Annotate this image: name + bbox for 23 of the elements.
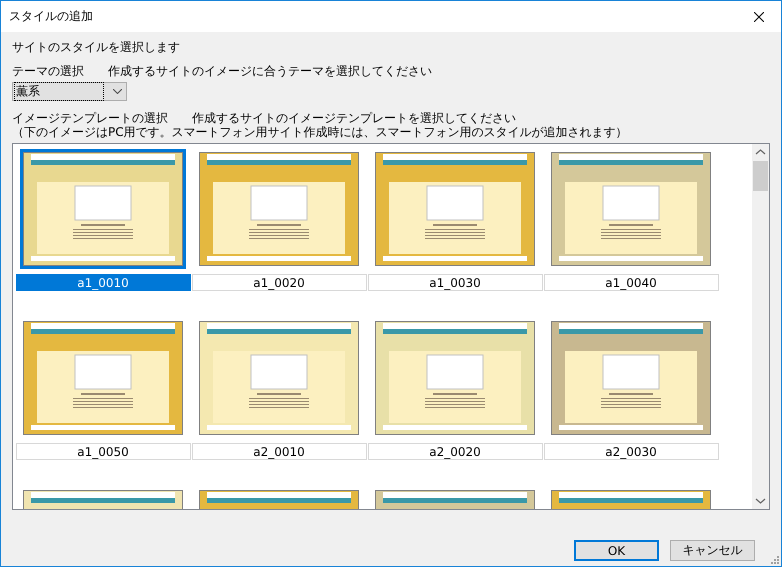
intro-text: サイトのスタイルを選択します — [12, 40, 180, 54]
theme-hint: 作成するサイトのイメージに合うテーマを選択してください — [108, 64, 432, 78]
resize-grip-icon[interactable] — [769, 554, 779, 564]
cancel-button[interactable]: キャンセル — [670, 540, 755, 561]
template-note: （下のイメージはPC用です。スマートフォン用サイト作成時には、スマートフォン用のスタイルが追加されます） — [12, 125, 628, 139]
window-title: スタイルの追加 — [9, 8, 93, 25]
ok-button[interactable]: OK — [574, 540, 659, 561]
template-label: イメージテンプレートの選択 — [12, 111, 168, 125]
chevron-down-icon — [113, 89, 122, 94]
template-name[interactable]: a2_0030 — [544, 443, 718, 460]
close-icon — [754, 12, 764, 22]
template-name[interactable]: a2_0020 — [368, 443, 542, 460]
template-name[interactable]: a1_0050 — [16, 443, 190, 460]
template-name[interactable]: a1_0010 — [16, 274, 190, 291]
scroll-thumb[interactable] — [753, 161, 768, 191]
template-name[interactable]: a2_0010 — [192, 443, 366, 460]
template-name[interactable]: a1_0030 — [368, 274, 542, 291]
theme-label: テーマの選択 — [12, 64, 84, 78]
template-hint: 作成するサイトのイメージテンプレートを選択してください — [192, 111, 516, 125]
template-name[interactable]: a1_0020 — [192, 274, 366, 291]
theme-dropdown[interactable]: 薫系 — [12, 82, 127, 101]
scrollbar[interactable] — [752, 144, 769, 509]
template-name[interactable]: a1_0040 — [544, 274, 718, 291]
